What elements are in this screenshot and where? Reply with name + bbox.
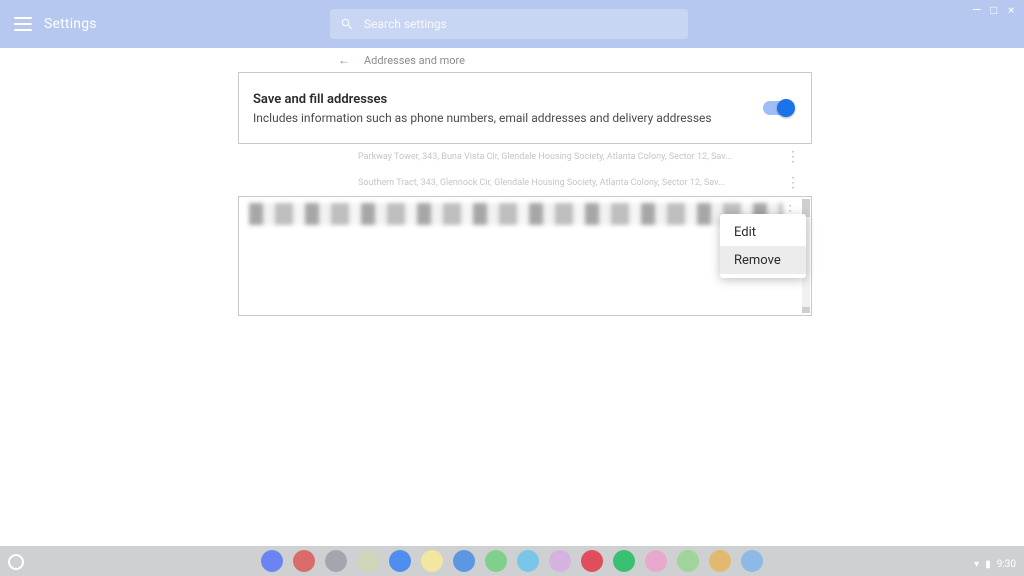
context-menu-edit[interactable]: Edit [720, 218, 806, 246]
window-controls: — □ × [972, 6, 1016, 14]
clock[interactable]: 9:30 [997, 559, 1016, 570]
shelf-app-icon[interactable] [389, 550, 411, 572]
shelf-app-icon[interactable] [421, 550, 443, 572]
search-icon [340, 17, 354, 31]
redacted-address-row [249, 203, 783, 225]
back-arrow-icon[interactable]: ← [338, 53, 350, 67]
shelf-app-icon[interactable] [453, 550, 475, 572]
address-summary: Southern Tract, 343, Glennock Cir, Glend… [358, 178, 725, 188]
shelf-app-icon[interactable] [741, 550, 763, 572]
shelf-app-icon[interactable] [325, 550, 347, 572]
hamburger-menu-icon[interactable] [14, 17, 32, 31]
close-icon[interactable]: × [1008, 6, 1016, 14]
address-row[interactable]: Southern Tract, 343, Glennock Cir, Glend… [238, 170, 812, 196]
address-summary: Parkway Tower, 343, Buna Vista Cir, Glen… [358, 152, 732, 162]
shelf-app-icon[interactable] [549, 550, 571, 572]
wifi-icon[interactable]: ▾ [974, 559, 979, 570]
more-actions-icon[interactable]: ⋮ [786, 149, 800, 165]
toggle-knob [777, 99, 795, 117]
minimize-icon[interactable]: — [972, 6, 980, 14]
settings-header: Settings — □ × [0, 0, 1024, 48]
toggle-card-subtitle: Includes information such as phone numbe… [253, 111, 712, 125]
shelf-app-icon[interactable] [293, 550, 315, 572]
shelf-app-icon[interactable] [677, 550, 699, 572]
shelf-apps [261, 550, 763, 572]
address-list: Parkway Tower, 343, Buna Vista Cir, Glen… [238, 144, 812, 196]
address-context-menu: Edit Remove [720, 214, 806, 278]
shelf-app-icon[interactable] [645, 550, 667, 572]
more-actions-icon[interactable]: ⋮ [786, 175, 800, 191]
shelf-app-icon[interactable] [613, 550, 635, 572]
maximize-icon[interactable]: □ [990, 6, 998, 14]
search-input[interactable] [364, 17, 678, 31]
save-fill-toggle[interactable] [763, 101, 793, 115]
scrollbar-thumb[interactable] [802, 307, 810, 313]
context-menu-remove[interactable]: Remove [720, 246, 806, 274]
toggle-card-title: Save and fill addresses [253, 92, 712, 107]
battery-icon[interactable]: ▮ [985, 559, 991, 570]
shelf: ▾ ▮ 9:30 [0, 546, 1024, 576]
toggle-card-text: Save and fill addresses Includes informa… [253, 92, 712, 125]
breadcrumb: ← Addresses and more [0, 48, 1024, 72]
launcher-icon[interactable] [8, 554, 24, 570]
shelf-app-icon[interactable] [261, 550, 283, 572]
system-tray[interactable]: ▾ ▮ 9:30 [974, 559, 1016, 570]
search-field[interactable] [330, 9, 688, 39]
save-fill-addresses-card: Save and fill addresses Includes informa… [238, 72, 812, 144]
shelf-app-icon[interactable] [517, 550, 539, 572]
shelf-app-icon[interactable] [581, 550, 603, 572]
shelf-app-icon[interactable] [357, 550, 379, 572]
shelf-app-icon[interactable] [709, 550, 731, 572]
breadcrumb-label: Addresses and more [364, 54, 465, 67]
shelf-app-icon[interactable] [485, 550, 507, 572]
address-row[interactable]: Parkway Tower, 343, Buna Vista Cir, Glen… [238, 144, 812, 170]
app-title: Settings [44, 16, 97, 32]
